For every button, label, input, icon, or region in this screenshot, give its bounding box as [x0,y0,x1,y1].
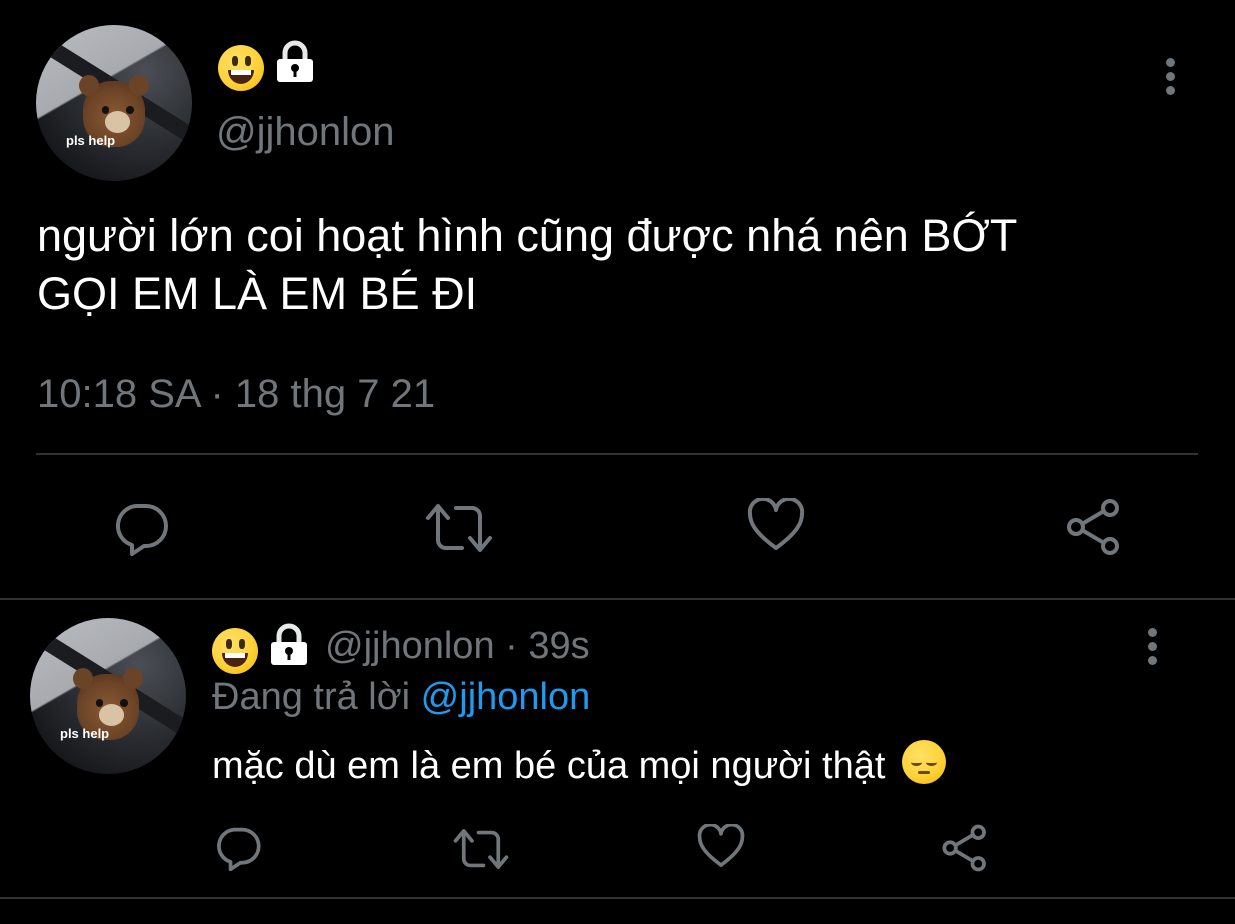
avatar-caption: pls help [66,133,116,148]
reply-icon[interactable] [214,823,262,871]
grinning-face-emoji [212,628,258,674]
like-icon[interactable] [746,498,806,554]
lock-icon [271,623,307,665]
user-handle[interactable]: @jjhonlon [216,110,395,155]
grinning-face-emoji [218,45,264,91]
avatar[interactable]: pls help [30,618,186,774]
replying-to-label: Đang trả lời [212,676,421,718]
more-options-icon[interactable] [1166,58,1176,100]
replying-to-mention[interactable]: @jjhonlon [421,676,591,718]
like-icon[interactable] [696,824,746,870]
lock-icon [277,40,313,82]
reply-text-content: mặc dù em là em bé của mọi người thật [212,745,886,787]
tweet-thread: pls help @jjhonlon người lớn coi hoạt hì… [0,0,1235,924]
share-icon[interactable] [940,824,990,872]
divider [0,598,1235,600]
reply-handle-time[interactable]: @jjhonlon · 39s [325,625,590,668]
replying-to: Đang trả lời @jjhonlon [212,676,590,719]
tweet-text-line-2: GỌI EM LÀ EM BÉ ĐI [37,268,478,319]
tweet-text: người lớn coi hoạt hình cũng được nhá nê… [37,207,1197,323]
tweet-timestamp[interactable]: 10:18 SA · 18 thg 7 21 [37,372,435,417]
tweet-text-line-1: người lớn coi hoạt hình cũng được nhá nê… [37,210,1018,261]
avatar-caption: pls help [60,726,110,741]
main-tweet: pls help @jjhonlon người lớn coi hoạt hì… [0,0,1235,600]
retweet-icon[interactable] [452,826,510,872]
divider [36,453,1198,455]
share-icon[interactable] [1064,498,1124,556]
pensive-face-emoji [902,740,947,784]
avatar[interactable]: pls help [36,25,192,181]
reply-text: mặc dù em là em bé của mọi người thật [212,740,947,788]
divider [0,897,1235,899]
more-options-icon[interactable] [1148,628,1158,670]
reply-icon[interactable] [112,498,170,556]
retweet-icon[interactable] [424,500,494,556]
